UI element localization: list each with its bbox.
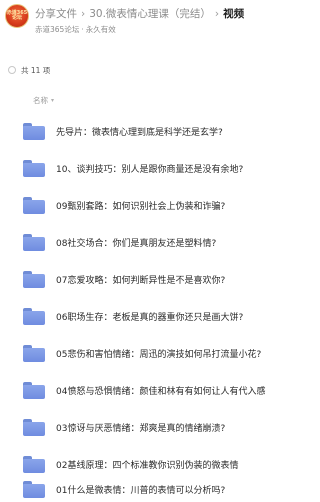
breadcrumb-separator: › <box>214 8 220 20</box>
list-item[interactable]: 04愤怒与恐惧情绪：颜佳和林有有如何让人有代入感 <box>0 378 281 403</box>
name-column-label: 名称 <box>33 96 48 105</box>
folder-icon <box>23 197 45 214</box>
logo-text: 赤道365论坛 <box>6 10 28 21</box>
breadcrumb-share-files[interactable]: 分享文件 <box>35 8 77 20</box>
list-item[interactable]: 03惊讶与厌恶情绪：郑爽是真的情绪崩溃? <box>0 415 281 440</box>
file-name: 10、谈判技巧：别人是跟你商量还是没有余地? <box>56 165 244 175</box>
folder-icon <box>23 419 45 436</box>
folder-icon <box>23 160 45 177</box>
file-name: 05悲伤和害怕情绪：周迅的演技如何吊打流量小花? <box>56 350 262 360</box>
folder-icon <box>23 345 45 362</box>
item-count: 共 11 项 <box>21 65 51 75</box>
file-name: 04愤怒与恐惧情绪：颜佳和林有有如何让人有代入感 <box>56 387 266 397</box>
breadcrumb-separator: › <box>81 8 86 20</box>
file-name: 01什么是微表情：川普的表情可以分析吗? <box>56 486 226 496</box>
list-item[interactable]: 08社交场合：你们是真朋友还是塑料情? <box>0 230 281 255</box>
file-name: 09甄别套路：如何识别社会上伪装和诈骗? <box>56 202 226 212</box>
breadcrumb: 分享文件 › 30.微表情心理课（完结） › 视频 <box>35 6 244 21</box>
file-name: 02基线原理：四个标准教你识别伪装的微表情 <box>56 461 239 471</box>
dot-separator: · <box>81 25 84 34</box>
list-item[interactable]: 05悲伤和害怕情绪：周迅的演技如何吊打流量小花? <box>0 341 281 366</box>
list-item[interactable]: 02基线原理：四个标准教你识别伪装的微表情 <box>0 452 281 477</box>
share-source: 赤道365论坛 <box>35 25 80 34</box>
file-name: 06职场生存：老板是真的器重你还只是画大饼? <box>56 313 244 323</box>
select-all-checkbox[interactable] <box>8 66 16 74</box>
file-name: 07恋爱攻略：如何判断异性是不是喜欢你? <box>56 276 226 286</box>
select-all-row: 共 11 项 <box>8 64 50 76</box>
list-item[interactable]: 10、谈判技巧：别人是跟你商量还是没有余地? <box>0 156 281 181</box>
folder-icon <box>23 308 45 325</box>
folder-icon <box>23 234 45 251</box>
file-name: 08社交场合：你们是真朋友还是塑料情? <box>56 239 217 249</box>
folder-icon <box>23 481 45 498</box>
list-item[interactable]: 06职场生存：老板是真的器重你还只是画大饼? <box>0 304 281 329</box>
folder-icon <box>23 456 45 473</box>
share-info: 赤道365论坛 · 永久有效 <box>35 24 116 35</box>
folder-icon <box>23 271 45 288</box>
list-item[interactable]: 07恋爱攻略：如何判断异性是不是喜欢你? <box>0 267 281 292</box>
header: 赤道365论坛 分享文件 › 30.微表情心理课（完结） › 视频 赤道365论坛 · 永久… <box>0 0 281 52</box>
breadcrumb-course-folder[interactable]: 30.微表情心理课（完结） <box>89 8 211 20</box>
caret-down-icon: ▾ <box>51 97 55 104</box>
list-item[interactable]: 01什么是微表情：川普的表情可以分析吗? <box>0 477 281 502</box>
folder-icon <box>23 382 45 399</box>
logo[interactable]: 赤道365论坛 <box>5 4 29 28</box>
name-column-header[interactable]: 名称 ▾ <box>33 95 54 106</box>
breadcrumb-current-folder: 视频 <box>223 8 245 20</box>
share-validity: 永久有效 <box>85 25 116 34</box>
file-name: 先导片：微表情心理到底是科学还是玄学? <box>56 128 223 138</box>
file-name: 03惊讶与厌恶情绪：郑爽是真的情绪崩溃? <box>56 424 226 434</box>
list-item[interactable]: 09甄别套路：如何识别社会上伪装和诈骗? <box>0 193 281 218</box>
list-item[interactable]: 先导片：微表情心理到底是科学还是玄学? <box>0 119 281 144</box>
folder-icon <box>23 123 45 140</box>
